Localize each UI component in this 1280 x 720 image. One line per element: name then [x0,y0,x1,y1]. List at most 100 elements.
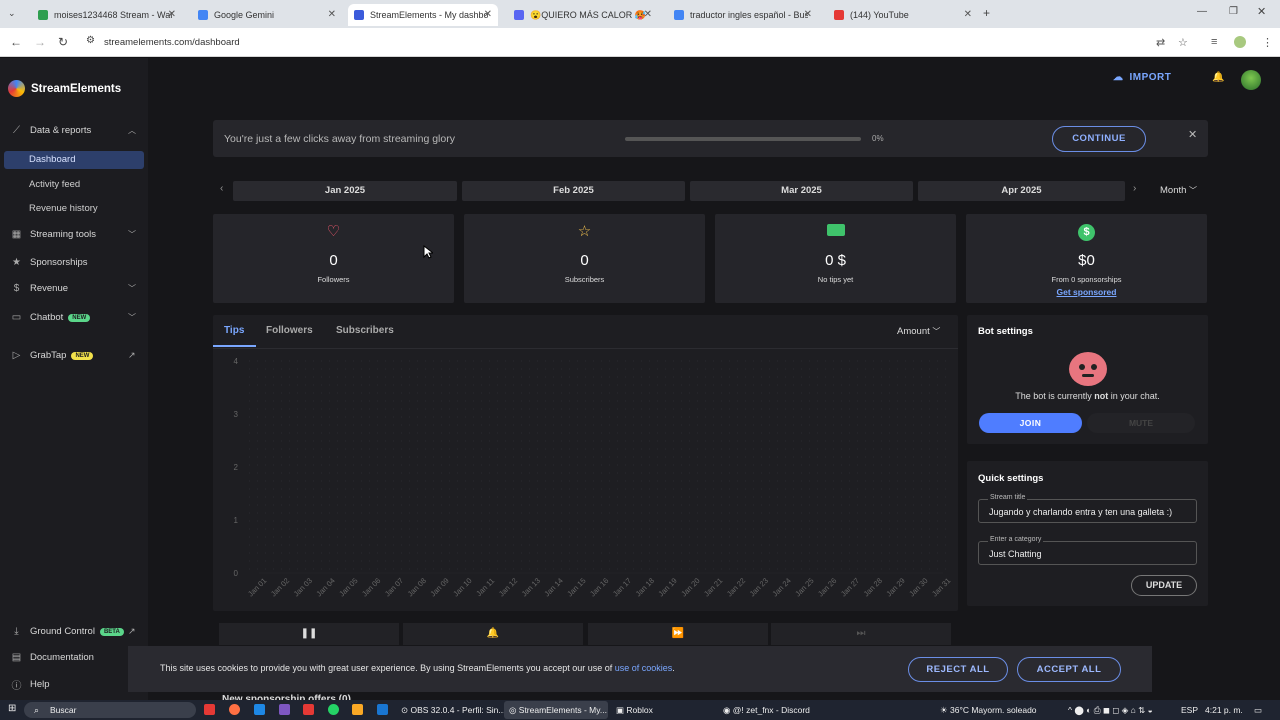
translate-icon[interactable]: ⇄ [1156,36,1165,49]
amount-select[interactable]: Amount ﹀ [897,326,940,337]
skip-button[interactable]: ⏩ [588,623,768,645]
close-icon[interactable]: ✕ [1188,128,1197,141]
cookie-policy-link[interactable]: use of cookies [615,663,673,673]
period-select[interactable]: Month ﹀ [1160,185,1197,196]
tab-close-icon[interactable]: ✕ [328,9,336,20]
taskbar-obs[interactable]: ⊙ OBS 32.0.4 - Perfil: Sin... [401,705,505,716]
bell-icon[interactable]: 🔔 [1212,72,1224,83]
tab-close-icon[interactable]: ✕ [168,9,176,20]
sidebar-item-grabtap[interactable]: ▷ GrabTap NEW ↗ [10,350,136,361]
onboarding-banner: You're just a few clicks away from strea… [213,120,1208,157]
youtube-icon[interactable] [303,704,314,715]
stat-value: 0 [329,252,338,269]
sidebar-item-revenue[interactable]: $ Revenue ﹀ [10,283,136,294]
browser-tab-bar: ⌄ moises1234468 Stream - Watch ✕ Google Ge… [0,0,1280,28]
tab-subscribers[interactable]: Subscribers [336,325,394,336]
sidebar-item-documentation[interactable]: ▤ Documentation [10,652,94,663]
taskbar-streamelements[interactable]: ◎ StreamElements - My... [509,705,607,716]
stream-title-field[interactable]: Stream title Jugando y charlando entra y… [978,494,1197,523]
taskbar-search[interactable]: ⌕ Buscar [24,702,196,718]
skip-end-button[interactable]: ⏭ [771,623,951,645]
reject-all-button[interactable]: REJECT ALL [908,657,1008,682]
continue-button[interactable]: CONTINUE [1052,126,1146,152]
external-link-icon: ↗ [128,350,136,360]
taskbar-roblox[interactable]: ▣ Roblox [616,705,653,716]
month-tab[interactable]: Jan 2025 [233,181,457,201]
field-value: Jugando y charlando entra y ten una gall… [989,507,1173,517]
month-tab[interactable]: Apr 2025 [918,181,1125,201]
new-badge: NEW [68,313,91,322]
chevron-left-icon[interactable]: ‹ [220,183,223,194]
profile-avatar[interactable] [1234,36,1246,48]
sidebar-item-sponsorships[interactable]: ★ Sponsorships [10,257,88,268]
pause-button[interactable]: ❚❚ [219,623,399,645]
month-tab[interactable]: Mar 2025 [690,181,913,201]
sidebar-item-dashboard[interactable]: Dashboard [4,151,144,169]
chevron-right-icon[interactable]: › [1133,183,1136,194]
field-label: Enter a category [988,536,1044,543]
update-button[interactable]: UPDATE [1131,575,1197,596]
sidebar-item-streaming-tools[interactable]: ▦ Streaming tools ﹀ [10,229,136,240]
reload-icon[interactable]: ↻ [58,35,68,49]
folder-icon[interactable] [352,704,363,715]
app-icon[interactable] [254,704,265,715]
x-tick-label: Jan 09 [428,576,450,598]
sidebar-item-activity-feed[interactable]: Activity feed [29,179,80,190]
weather-widget[interactable]: ☀ 36°C Mayorm. soleado [940,705,1037,716]
minimize-icon[interactable]: — [1197,6,1207,17]
tab-close-icon[interactable]: ✕ [644,9,652,20]
whatsapp-icon[interactable] [328,704,339,715]
sidebar-item-data-reports[interactable]: ⟋ Data & reports ︿ [10,125,136,136]
tab-close-icon[interactable]: ✕ [964,9,972,20]
forward-icon[interactable]: → [34,35,46,49]
sidebar-item-help[interactable]: ⓘ Help [10,677,50,692]
browser-tab[interactable]: traductor ingles español - Busc ✕ [668,4,818,26]
avatar[interactable] [1241,70,1261,90]
join-button[interactable]: JOIN [979,413,1082,433]
notification-button[interactable]: 🔔 [403,623,583,645]
windows-start-icon[interactable]: ⊞ [8,703,16,714]
import-button[interactable]: ☁ IMPORT [1113,72,1171,83]
browser-menu-icon[interactable]: ⋮ [1262,36,1273,49]
restore-icon[interactable]: ❐ [1229,6,1238,17]
get-sponsored-link[interactable]: Get sponsored [966,287,1207,297]
browser-tab[interactable]: moises1234468 Stream - Watch ✕ [32,4,182,26]
browser-tab[interactable]: Google Gemini ✕ [192,4,342,26]
sidebar-item-ground-control[interactable]: ⤓ Ground Control BETA ↗ [10,626,135,637]
tab-close-icon[interactable]: ✕ [804,9,812,20]
vscode-icon[interactable] [377,704,388,715]
clock[interactable]: 4:21 p. m. [1205,705,1243,715]
taskbar-discord[interactable]: ◉ @! zet_fnx - Discord [723,705,810,716]
accept-all-button[interactable]: ACCEPT ALL [1017,657,1121,682]
browser-tab[interactable]: StreamElements - My dashboard✕ [348,4,498,26]
sidebar-item-chatbot[interactable]: ▭ Chatbot NEW ﹀ [10,312,136,323]
x-tick-label: Jan 10 [451,576,473,598]
notifications-icon[interactable]: ▭ [1254,705,1262,716]
tab-followers[interactable]: Followers [266,325,313,336]
site-info-icon[interactable]: ⚙ [86,35,95,46]
url-text[interactable]: streamelements.com/dashboard [104,37,240,48]
system-tray-icons[interactable]: ^ ⬤ ◐ ⎙ ◼ ◻ ◈ ⌂ ⇅ ◒ [1068,705,1153,716]
sidebar-item-revenue-history[interactable]: Revenue history [29,203,98,214]
language-indicator[interactable]: ESP [1181,705,1198,715]
browser-tab[interactable]: 😮QUIERO MÁS CALOR 🥵 | El a✕ [508,4,658,26]
media-controls-icon[interactable]: ≡ [1211,36,1217,48]
close-window-icon[interactable]: ✕ [1257,5,1266,18]
app-icon[interactable] [204,704,215,715]
category-field[interactable]: Enter a category Just Chatting [978,536,1197,565]
tab-tips[interactable]: Tips [224,325,244,336]
stat-label: No tips yet [817,275,854,284]
month-tab[interactable]: Feb 2025 [462,181,685,201]
app-icon[interactable] [279,704,290,715]
new-tab-button[interactable]: + [983,6,990,20]
firefox-icon[interactable] [229,704,240,715]
tab-close-icon[interactable]: ✕ [484,9,492,20]
chevron-down-icon: ﹀ [128,284,136,293]
bookmark-star-icon[interactable]: ☆ [1178,36,1188,49]
x-tick-label: Jan 15 [565,576,587,598]
mute-button[interactable]: MUTE [1087,413,1195,433]
browser-tab[interactable]: (144) YouTube ✕ [828,4,978,26]
back-icon[interactable]: ← [10,35,22,49]
brand[interactable]: StreamElements [8,80,121,97]
tab-list-icon[interactable]: ⌄ [8,8,16,19]
